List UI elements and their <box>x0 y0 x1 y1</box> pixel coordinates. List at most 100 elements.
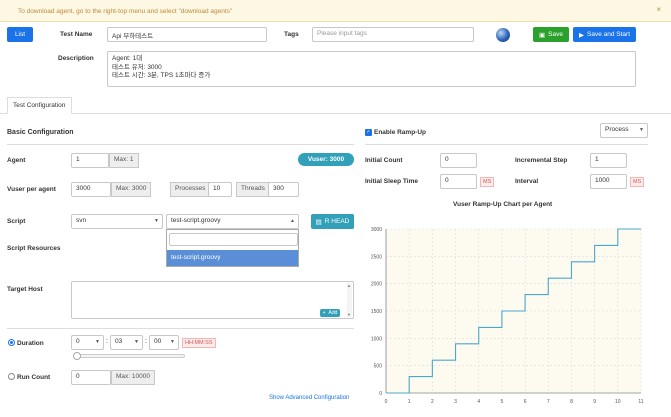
y-tick-label: 2000 <box>371 282 382 288</box>
tags-label: Tags <box>284 31 299 38</box>
save-label: Save <box>548 31 563 38</box>
threads-input[interactable]: 300 <box>268 182 299 197</box>
target-host-textarea[interactable]: ▲ ▼ <box>71 281 354 319</box>
time-separator: : <box>106 338 108 345</box>
y-tick-label: 0 <box>379 391 382 397</box>
script-label: Script <box>7 218 26 225</box>
test-name-label: Test Name <box>60 31 93 38</box>
scroll-up-icon: ▲ <box>347 283 351 288</box>
x-tick-label: 11 <box>638 399 643 405</box>
chevron-down-icon: ▼ <box>154 218 159 224</box>
tab-divider <box>0 113 671 114</box>
script-repo-select[interactable]: svn ▼ <box>71 214 163 229</box>
initial-sleep-label: Initial Sleep Time <box>365 178 418 185</box>
x-tick-label: 9 <box>593 399 596 405</box>
run-count-radio[interactable] <box>8 373 15 380</box>
time-separator: : <box>145 338 147 345</box>
ms-unit-tag: MS <box>630 177 645 187</box>
dropdown-search-input[interactable] <box>169 233 298 246</box>
x-tick-label: 8 <box>570 399 573 405</box>
x-tick-label: 2 <box>431 399 434 405</box>
agent-input[interactable]: 1 <box>71 153 109 168</box>
play-icon: ▶ <box>579 31 584 39</box>
save-and-start-label: Save and Start <box>587 31 630 38</box>
script-file-select[interactable]: test-script.groovy ▲ <box>166 214 299 229</box>
notice-text: To download agent, go to the right-top m… <box>18 8 233 15</box>
ramp-up-checkbox[interactable]: ✓ <box>365 129 372 136</box>
enable-ramp-up-label: Enable Ramp-Up <box>374 129 427 136</box>
description-label: Description <box>58 55 94 62</box>
r-head-button[interactable]: ▤ R HEAD <box>311 214 354 229</box>
duration-label: Duration <box>17 340 44 347</box>
script-repo-value: svn <box>76 217 87 224</box>
scroll-down-icon: ▼ <box>347 312 351 317</box>
tab-test-configuration[interactable]: Test Configuration <box>7 97 72 114</box>
y-tick-label: 1000 <box>371 336 382 342</box>
basic-config-title: Basic Configuration <box>7 129 74 136</box>
duration-minutes-select[interactable]: 03 ▼ <box>110 335 143 350</box>
list-button[interactable]: List <box>7 27 33 42</box>
x-tick-label: 5 <box>501 399 504 405</box>
test-name-input[interactable]: Api 부하테스트 <box>107 27 267 42</box>
ramp-up-type-value: Process <box>605 126 629 133</box>
chevron-down-icon: ▼ <box>170 339 175 345</box>
chevron-up-icon: ▲ <box>290 218 295 224</box>
scrollbar[interactable]: ▲ ▼ <box>347 241 352 270</box>
chevron-down-icon: ▼ <box>134 339 139 345</box>
threads-label: Threads <box>236 182 270 197</box>
interval-input[interactable]: 1000 <box>590 174 627 189</box>
chevron-down-icon: ▼ <box>639 127 644 133</box>
dropdown-option[interactable]: test-script.groovy <box>167 250 298 266</box>
duration-hours-value: 0 <box>76 338 80 345</box>
duration-slider[interactable] <box>73 352 185 360</box>
x-tick-label: 1 <box>408 399 411 405</box>
run-count-label: Run Count <box>17 374 51 381</box>
duration-seconds-select[interactable]: 00 ▼ <box>149 335 179 350</box>
duration-radio[interactable] <box>8 339 15 346</box>
ms-unit-tag: MS <box>480 177 495 187</box>
initial-count-input[interactable]: 0 <box>440 153 477 168</box>
duration-seconds-value: 00 <box>154 338 162 345</box>
processes-label: Processes <box>170 182 211 197</box>
incremental-step-label: Incremental Step <box>515 157 568 164</box>
show-advanced-config-link[interactable]: Show Advanced Configuration <box>269 395 349 401</box>
status-globe-icon <box>496 28 510 42</box>
section-divider <box>365 144 648 145</box>
chart-title: Vuser Ramp-Up Chart per Agent <box>453 201 553 208</box>
close-icon[interactable]: × <box>656 5 661 14</box>
slider-handle[interactable] <box>73 352 81 360</box>
vuser-badge: Vuser: 3000 <box>298 153 354 166</box>
save-and-start-button[interactable]: ▶ Save and Start <box>573 27 636 42</box>
vuser-input[interactable]: 3000 <box>71 182 111 197</box>
script-dropdown: test-script.groovy <box>166 229 299 267</box>
chevron-down-icon: ▼ <box>95 339 100 345</box>
save-button[interactable]: ▣ Save <box>533 27 569 42</box>
y-tick-label: 1500 <box>371 309 382 315</box>
description-line: Agent: 1대 <box>112 55 143 62</box>
ramp-up-chart: 0 1 2 3 4 5 6 7 8 9 10 11 0 500 1000 1500 2000 2500 3000 <box>371 227 644 405</box>
agent-max: Max: 1 <box>109 153 139 168</box>
duration-hours-select[interactable]: 0 ▼ <box>71 335 104 350</box>
initial-sleep-input[interactable]: 0 <box>440 174 477 189</box>
run-count-input[interactable]: 0 <box>71 370 111 385</box>
description-line: 테스트 시간: 3분, TPS 1초마다 증가 <box>112 72 211 79</box>
plus-icon: + <box>322 310 326 316</box>
interval-label: Interval <box>515 178 539 185</box>
x-tick-label: 3 <box>454 399 457 405</box>
tags-input[interactable]: Please input tags <box>312 27 474 42</box>
scrollbar[interactable]: ▲ ▼ <box>347 283 352 317</box>
description-textarea[interactable]: Agent: 1대 테스트 유저: 3000 테스트 시간: 3분, TPS 1… <box>107 51 636 87</box>
section-divider <box>7 328 354 329</box>
description-line: 테스트 유저: 3000 <box>112 63 162 71</box>
radio-dot <box>10 341 13 344</box>
processes-input[interactable]: 10 <box>208 182 232 197</box>
duration-minutes-value: 03 <box>115 338 123 345</box>
add-host-button[interactable]: + Add <box>320 309 340 317</box>
ramp-up-type-select[interactable]: Process ▼ <box>600 123 648 138</box>
save-icon: ▣ <box>539 31 546 39</box>
vuser-per-agent-label: Vuser per agent <box>7 186 56 193</box>
scroll-up-icon: ▲ <box>347 241 351 246</box>
y-tick-label: 500 <box>374 364 383 370</box>
duration-format-tag: HH:MM:SS <box>182 338 216 348</box>
incremental-step-input[interactable]: 1 <box>590 153 627 168</box>
